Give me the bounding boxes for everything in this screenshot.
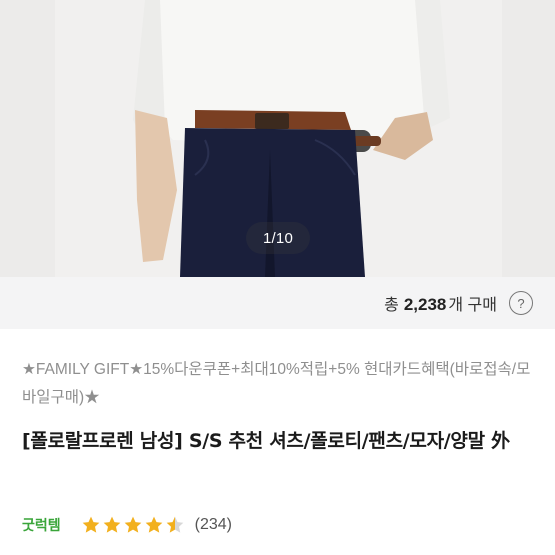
- star-half-icon: [166, 516, 183, 533]
- product-title: [폴로랄프로렌 남성] S/S 추천 셔츠/폴로티/팬츠/모자/양말 外: [22, 430, 510, 452]
- promo-text: ★FAMILY GIFT★15%다운쿠폰+최대10%적립+5% 현대카드혜택(바…: [22, 361, 531, 406]
- rating-row[interactable]: 굿럭템 (234): [22, 511, 232, 539]
- star-full-icon: [145, 516, 162, 533]
- purchase-prefix: 총: [384, 297, 399, 314]
- star-full-icon: [103, 516, 120, 533]
- purchase-count-text: 총 2,238 개 구매: [384, 291, 497, 315]
- star-full-icon: [124, 516, 141, 533]
- purchase-suffix: 개 구매: [448, 297, 497, 314]
- star-rating: [81, 515, 185, 535]
- purchase-count: 2,238: [403, 295, 447, 314]
- review-count[interactable]: (234): [195, 516, 232, 534]
- star-full-icon: [82, 516, 99, 533]
- image-counter: 1/10: [246, 222, 310, 254]
- goodluck-badge: 굿럭템: [22, 518, 61, 534]
- purchase-count-bar: 총 2,238 개 구매 ?: [0, 277, 555, 329]
- product-image-gallery[interactable]: 1/10: [0, 0, 555, 277]
- question-mark-icon[interactable]: ?: [509, 291, 533, 315]
